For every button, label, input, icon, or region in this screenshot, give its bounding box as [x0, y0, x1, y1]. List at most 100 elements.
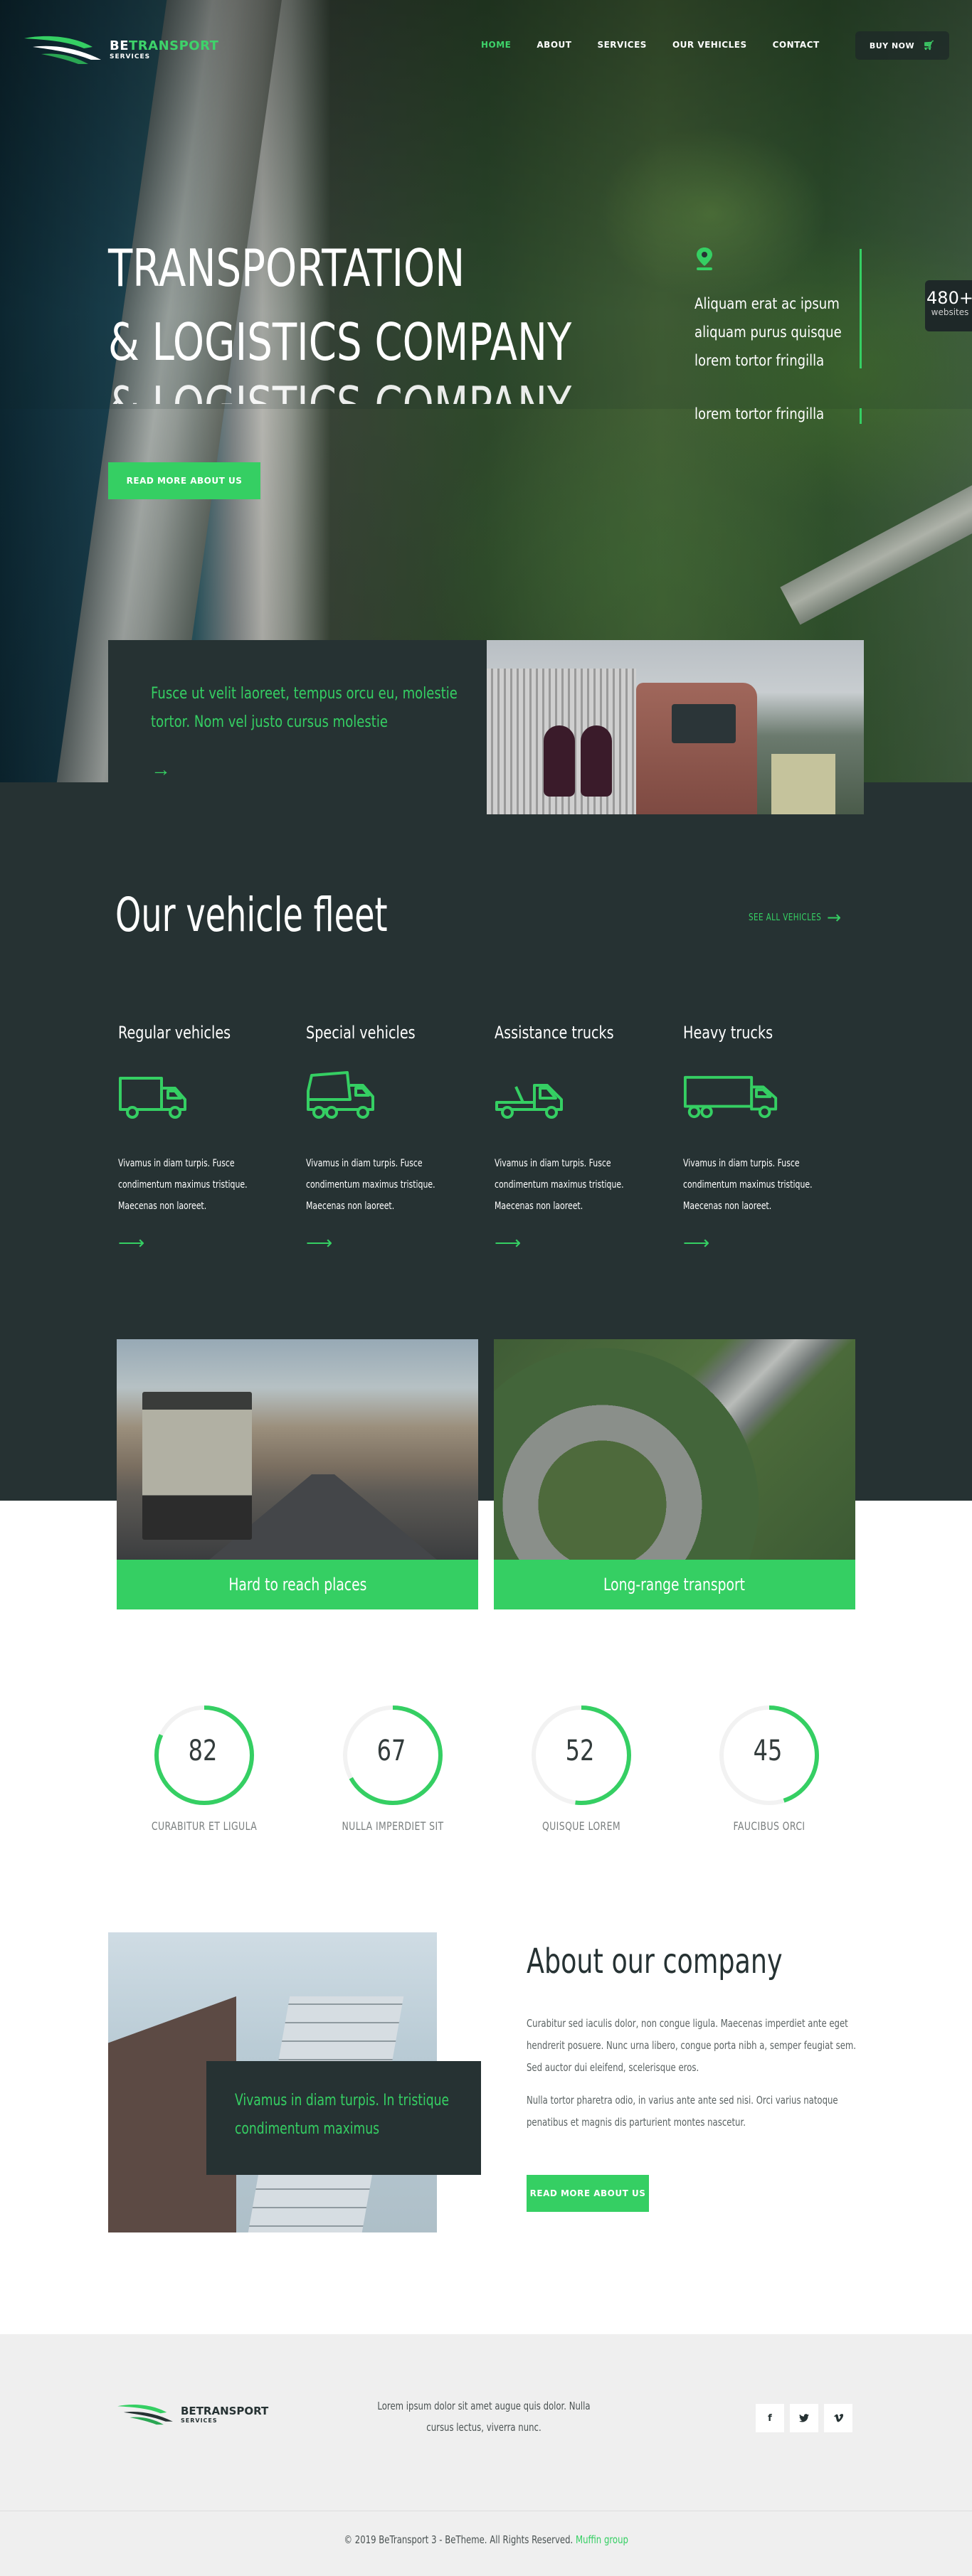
about-read-more-button[interactable]: READ MORE ABOUT US: [527, 2175, 649, 2212]
card-label-text: Hard to reach places: [228, 1575, 367, 1595]
mountain-road-image: [117, 1339, 478, 1560]
stat-item: 67 NULLA IMPERDIET SIT: [339, 1703, 446, 1833]
vehicle-regular: Regular vehicles Vivamus in diam turpis.…: [118, 1023, 289, 1252]
truck-rear-shape: [142, 1392, 252, 1540]
background-building: [771, 754, 835, 814]
websites-badge-number: 480+: [926, 288, 972, 308]
footer-logo-prefix: BE: [181, 2404, 196, 2417]
dump-truck-icon: [307, 1071, 374, 1119]
buy-now-button[interactable]: BUY NOW 🛒︎: [855, 31, 949, 60]
feature-text-panel: Fusce ut velit laoreet, tempus orcu eu, …: [108, 640, 487, 814]
vehicle-arrow-icon[interactable]: ⟶: [306, 1233, 477, 1252]
websites-badge[interactable]: 480+ websites: [925, 280, 972, 331]
logo-name: BETRANSPORT: [110, 38, 218, 53]
vehicle-description: Vivamus in diam turpis. Fusce condimentu…: [306, 1158, 435, 1212]
copyright: © 2019 BeTransport 3 - BeTheme. All Righ…: [0, 2533, 972, 2546]
feature-truck-image: [487, 640, 864, 814]
stat-value: 45: [753, 1735, 783, 1767]
nav-item-our-vehicles[interactable]: OUR VEHICLES: [672, 40, 747, 50]
feature-arrow-icon[interactable]: →: [151, 758, 171, 781]
semi-truck-icon: [683, 1075, 778, 1119]
logo-tagline: SERVICES: [110, 53, 151, 60]
footer-text: Lorem ipsum dolor sit amet augue quis do…: [377, 2400, 591, 2434]
cart-icon: 🛒︎: [923, 40, 936, 51]
fleet-title: Our vehicle fleet: [115, 888, 388, 942]
truck-trailer: [487, 669, 636, 814]
page: BETRANSPORT SERVICES HOME ABOUT SERVICES…: [0, 0, 972, 2576]
vehicle-title: Regular vehicles: [118, 1023, 231, 1043]
hero-side-accent-bar-reflection: [860, 408, 862, 424]
vehicle-title: Special vehicles: [306, 1023, 416, 1043]
copyright-text: © 2019 BeTransport 3 - BeTheme. All Righ…: [344, 2533, 574, 2546]
facebook-icon[interactable]: f: [756, 2404, 784, 2432]
stat-label: FAUCIBUS ORCI: [733, 1819, 805, 1833]
card-label-text: Long-range transport: [603, 1575, 746, 1595]
see-all-vehicles-link[interactable]: SEE ALL VEHICLES →: [749, 908, 842, 927]
twitter-bird-glyph: [799, 2414, 809, 2422]
footer-logo-suffix: TRANSPORT: [196, 2404, 269, 2417]
trailer-mark-1: [544, 725, 575, 797]
card-label: Long-range transport: [494, 1560, 855, 1609]
card-hard-to-reach[interactable]: Hard to reach places: [117, 1339, 478, 1609]
stat-label: QUISQUE LOREM: [542, 1819, 621, 1833]
about-highlight-box: Vivamus in diam turpis. In tristique con…: [206, 2061, 481, 2175]
logo-mark-icon: [24, 36, 101, 64]
card-label: Hard to reach places: [117, 1560, 478, 1609]
about-title: About our company: [527, 1942, 783, 1981]
credit-link[interactable]: Muffin group: [576, 2533, 628, 2546]
footer-logo-name: BETRANSPORT: [181, 2405, 268, 2417]
hero-side-line-1: Aliquam erat ac ipsum: [694, 295, 840, 312]
vehicle-description: Vivamus in diam turpis. Fusce condimentu…: [118, 1158, 248, 1212]
vehicle-arrow-icon[interactable]: ⟶: [495, 1233, 665, 1252]
about-highlight-text: Vivamus in diam turpis. In tristique con…: [235, 2092, 450, 2138]
vehicle-arrow-icon[interactable]: ⟶: [683, 1233, 854, 1252]
nav-item-contact[interactable]: CONTACT: [773, 40, 820, 50]
feature-box: Fusce ut velit laoreet, tempus orcu eu, …: [108, 640, 864, 814]
box-truck-icon: [119, 1077, 186, 1119]
main-nav: HOME ABOUT SERVICES OUR VEHICLES CONTACT: [481, 40, 820, 50]
stat-item: 52 QUISQUE LOREM: [528, 1703, 635, 1833]
logo-name-suffix: TRANSPORT: [129, 38, 219, 53]
vehicle-assistance: Assistance trucks Vivamus in diam turpis…: [495, 1023, 665, 1252]
footer-logo-text: BETRANSPORT SERVICES: [181, 2405, 268, 2424]
hero-side-line-3: lorem tortor fringilla: [694, 352, 825, 369]
logo-text: BETRANSPORT SERVICES: [110, 38, 218, 60]
card-long-range[interactable]: Long-range transport: [494, 1339, 855, 1609]
stat-item: 45 FAUCIBUS ORCI: [716, 1703, 823, 1833]
location-pin-icon: [697, 248, 712, 270]
websites-badge-label: websites: [931, 307, 969, 317]
about-paragraph-1: Curabitur sed iaculis dolor, non congue …: [527, 2017, 857, 2074]
nav-item-about[interactable]: ABOUT: [537, 40, 571, 50]
logo-name-prefix: BE: [110, 38, 130, 53]
nav-item-services[interactable]: SERVICES: [597, 40, 646, 50]
social-links: f: [756, 2404, 852, 2432]
hero-side-line-2: aliquam purus quisque: [694, 324, 842, 341]
vehicle-description: Vivamus in diam turpis. Fusce condimentu…: [683, 1158, 813, 1212]
buy-now-label: BUY NOW: [869, 41, 915, 50]
vimeo-icon[interactable]: [824, 2404, 852, 2432]
hero-title-line2: & LOGISTICS COMPANY: [108, 312, 572, 372]
tow-truck-icon: [495, 1084, 563, 1119]
copyright-inner: © 2019 BeTransport 3 - BeTheme. All Righ…: [344, 2533, 628, 2546]
truck-cab: [636, 683, 757, 814]
arrow-right-icon: →: [827, 908, 842, 927]
footer-logo-tagline: SERVICES: [181, 2417, 218, 2424]
highway-interchange-image: [494, 1339, 855, 1560]
hero-title-reflection: & LOGISTICS COMPANY: [108, 384, 571, 404]
stat-label: CURABITUR ET LIGULA: [151, 1819, 258, 1833]
vimeo-glyph: [833, 2414, 843, 2422]
about-paragraph-2: Nulla tortor pharetra odio, in varius an…: [527, 2094, 838, 2129]
hero-side-reflection: lorem tortor fringilla: [694, 405, 825, 422]
logo-mark-icon: [117, 2404, 173, 2425]
stat-value: 52: [565, 1735, 595, 1767]
footer-logo[interactable]: BETRANSPORT SERVICES: [115, 2401, 268, 2427]
twitter-icon[interactable]: [790, 2404, 818, 2432]
site-logo[interactable]: BETRANSPORT SERVICES: [23, 31, 218, 67]
hero-side-accent-bar: [860, 249, 862, 368]
vehicle-title: Heavy trucks: [683, 1023, 773, 1043]
hero-read-more-button[interactable]: READ MORE ABOUT US: [108, 462, 260, 499]
nav-item-home[interactable]: HOME: [481, 40, 511, 50]
vehicle-arrow-icon[interactable]: ⟶: [118, 1233, 289, 1252]
see-all-label: SEE ALL VEHICLES: [749, 912, 822, 923]
stat-label: NULLA IMPERDIET SIT: [342, 1819, 444, 1833]
